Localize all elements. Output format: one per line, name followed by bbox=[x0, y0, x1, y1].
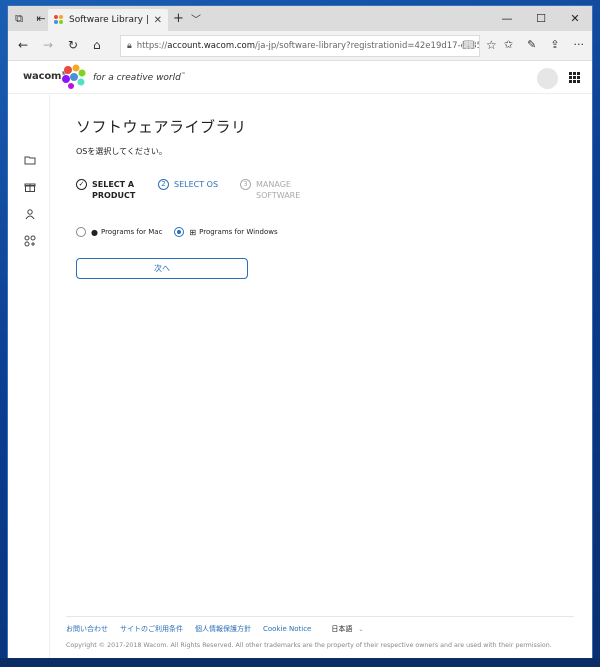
footer-link-privacy[interactable]: 個人情報保護方針 bbox=[195, 624, 251, 634]
address-prefix: https:// bbox=[136, 41, 168, 51]
os-selector: ● Programs for Mac ⊞ Programs for Window… bbox=[76, 227, 290, 237]
copyright: Copyright © 2017-2018 Wacom. All Rights … bbox=[66, 642, 552, 649]
tab-title: Software Library | Waco bbox=[69, 15, 150, 25]
address-bar[interactable]: 🔒︎ https:// account.wacom.com /ja-jp/sof… bbox=[120, 35, 480, 57]
wacom-favicon-icon bbox=[54, 15, 64, 25]
address-host: account.wacom.com bbox=[167, 41, 256, 51]
step-select-product: ✓ SELECT A PRODUCT bbox=[76, 179, 158, 201]
language-label: 日本語 bbox=[331, 625, 353, 633]
step-select-os: 2 SELECT OS bbox=[158, 179, 240, 201]
folder-icon[interactable] bbox=[24, 154, 36, 166]
close-window-button[interactable]: ✕ bbox=[558, 6, 592, 31]
address-path: /ja-jp/software-library?registrationid=4… bbox=[255, 41, 479, 51]
apps-grid-icon[interactable] bbox=[569, 72, 580, 83]
new-tab-button[interactable]: + bbox=[173, 11, 184, 26]
next-button[interactable]: 次へ bbox=[76, 258, 248, 279]
browser-tab[interactable]: Software Library | Waco ✕ bbox=[48, 9, 168, 31]
language-selector[interactable]: 日本語 ⌄ bbox=[331, 624, 363, 634]
chevron-down-icon: ⌄ bbox=[358, 625, 364, 633]
os-label-windows: Programs for Windows bbox=[199, 228, 278, 236]
favorites-icon[interactable]: ✩ bbox=[504, 38, 513, 51]
footer-links: お問い合わせ サイトのご利用条件 個人情報保護方針 Cookie Notice … bbox=[66, 624, 363, 634]
window-controls: — ☐ ✕ bbox=[490, 6, 592, 31]
refresh-button[interactable]: ↻ bbox=[68, 38, 78, 52]
os-option-windows[interactable]: ⊞ Programs for Windows bbox=[174, 227, 278, 237]
main-content: ソフトウェアライブラリ OSを選択してください。 ✓ SELECT A PROD… bbox=[50, 95, 592, 658]
windows-radio[interactable] bbox=[174, 227, 185, 237]
tab-bar: ⧉ ⇤ Software Library | Waco ✕ + ﹀ — ☐ ✕ bbox=[8, 6, 592, 31]
user-icon[interactable] bbox=[24, 208, 36, 220]
tab-manager-icon[interactable]: ⧉ bbox=[8, 6, 30, 31]
favorite-star-icon[interactable]: ☆ bbox=[486, 38, 497, 52]
footer-divider bbox=[66, 616, 574, 617]
page-title: ソフトウェアライブラリ bbox=[76, 118, 247, 136]
desktop-edge bbox=[0, 658, 600, 667]
step-check-icon: ✓ bbox=[76, 179, 87, 190]
step-manage-software: 3 MANAGE SOFTWARE bbox=[240, 179, 320, 201]
lock-icon: 🔒︎ bbox=[127, 41, 132, 51]
step-label: SELECT A PRODUCT bbox=[92, 180, 136, 200]
footer-link-cookie[interactable]: Cookie Notice bbox=[263, 625, 311, 633]
share-icon[interactable]: ⇪ bbox=[550, 38, 559, 51]
mac-radio[interactable] bbox=[76, 227, 86, 237]
windows-icon: ⊞ bbox=[189, 227, 197, 237]
browser-window: ⧉ ⇤ Software Library | Waco ✕ + ﹀ — ☐ ✕ … bbox=[8, 6, 592, 658]
browser-toolbar: ✩ ✎ ⇪ ··· bbox=[504, 38, 584, 51]
step-number: 2 bbox=[158, 179, 169, 190]
navigation-bar: ← → ↻ ⌂ 🔒︎ https:// account.wacom.com /j… bbox=[8, 31, 592, 61]
home-button[interactable]: ⌂ bbox=[93, 38, 101, 52]
forward-button[interactable]: → bbox=[43, 38, 53, 52]
step-indicator: ✓ SELECT A PRODUCT 2 SELECT OS 3 MANAGE … bbox=[76, 179, 320, 201]
tab-close-icon[interactable]: ✕ bbox=[154, 15, 162, 26]
more-icon[interactable]: ··· bbox=[574, 38, 585, 51]
step-number: 3 bbox=[240, 179, 251, 190]
avatar[interactable] bbox=[537, 68, 558, 89]
os-option-mac[interactable]: ● Programs for Mac bbox=[76, 227, 162, 237]
apps-add-icon[interactable] bbox=[24, 235, 36, 247]
os-label-mac: Programs for Mac bbox=[100, 228, 163, 236]
tab-list-chevron-icon[interactable]: ﹀ bbox=[191, 11, 201, 26]
wacom-logo-mark-icon bbox=[62, 64, 86, 89]
pen-icon[interactable]: ✎ bbox=[527, 38, 536, 51]
sidebar bbox=[8, 95, 50, 658]
site-header: wacom® for a creative world™ bbox=[8, 61, 592, 94]
maximize-button[interactable]: ☐ bbox=[524, 6, 558, 31]
reading-view-icon[interactable]: 📖︎ bbox=[462, 40, 475, 51]
back-button[interactable]: ← bbox=[18, 38, 28, 52]
page-subtitle: OSを選択してください。 bbox=[76, 147, 167, 156]
footer-link-contact[interactable]: お問い合わせ bbox=[66, 624, 108, 634]
apple-icon: ● bbox=[91, 227, 98, 237]
gift-icon[interactable] bbox=[24, 181, 36, 193]
minimize-button[interactable]: — bbox=[490, 6, 524, 31]
step-label: MANAGE SOFTWARE bbox=[256, 180, 301, 200]
step-label: SELECT OS bbox=[174, 180, 219, 189]
footer-link-terms[interactable]: サイトのご利用条件 bbox=[120, 624, 183, 634]
tagline: for a creative world™ bbox=[93, 72, 186, 83]
